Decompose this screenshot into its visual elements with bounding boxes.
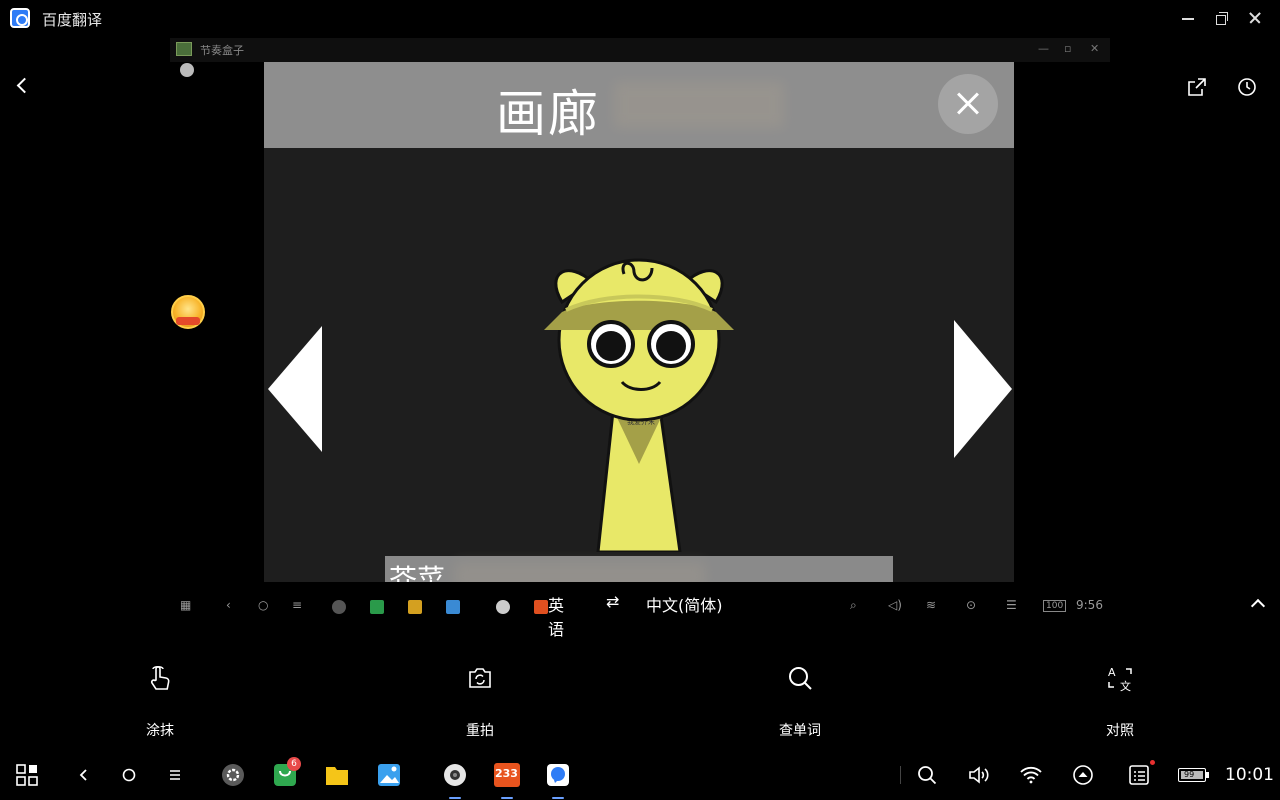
- inner-volume-icon: ◁): [888, 598, 902, 612]
- game-233-label: 233: [495, 767, 518, 780]
- hand-pointer-icon: [150, 666, 170, 690]
- inner-restore-icon: ▫: [1064, 42, 1072, 55]
- start-menu-icon[interactable]: [15, 763, 39, 787]
- baidu-translate-app-icon: [10, 8, 30, 28]
- mustard-character: 我爱芥末: [544, 258, 734, 552]
- volume-icon[interactable]: [967, 763, 991, 787]
- taskbar-divider: [900, 766, 901, 784]
- game-233-app-icon[interactable]: 233: [494, 763, 520, 799]
- character-name: 芥菜: [389, 563, 446, 582]
- upload-status-icon[interactable]: [1071, 763, 1095, 787]
- file-manager-icon[interactable]: [325, 763, 349, 787]
- inner-settings-icon: [332, 600, 346, 614]
- window-titlebar: 百度翻译: [0, 0, 1280, 36]
- inner-time: 9:56: [1076, 598, 1103, 612]
- window-title: 百度翻译: [42, 11, 103, 29]
- lookup-word-tool[interactable]: 查单词: [740, 660, 860, 744]
- retake-label: 重拍: [466, 723, 494, 739]
- smear-tool[interactable]: 涂抹: [100, 660, 220, 744]
- compare-tool[interactable]: A 文 对照: [1060, 660, 1180, 744]
- nav-home-icon[interactable]: [117, 763, 141, 787]
- system-taskbar: 6 233 99 10:01: [0, 750, 1280, 800]
- svg-text:A: A: [1108, 666, 1116, 679]
- smear-label: 涂抹: [146, 723, 174, 739]
- inner-back-icon: ‹: [226, 598, 231, 612]
- inner-store-icon: [370, 600, 384, 614]
- share-icon[interactable]: [1186, 76, 1208, 98]
- gallery-app-icon[interactable]: [377, 763, 401, 787]
- compare-label: 对照: [1106, 723, 1134, 739]
- gallery-title: 画廊: [496, 85, 600, 143]
- inner-gallery-icon: [446, 600, 460, 614]
- target-language[interactable]: 中文(简体): [646, 592, 766, 616]
- search-icon: [789, 667, 812, 690]
- inner-close-icon: ✕: [1090, 42, 1100, 55]
- inner-app-icon: [176, 42, 192, 56]
- floating-dot-icon: [180, 63, 194, 77]
- minimize-button[interactable]: [1178, 8, 1198, 28]
- camera-rotate-icon: [469, 668, 491, 688]
- inner-start-icon: ▦: [180, 598, 192, 612]
- next-arrow-icon: [954, 320, 1012, 458]
- retake-tool[interactable]: 重拍: [420, 660, 540, 744]
- clock: 10:01: [1225, 765, 1274, 785]
- svg-text:文: 文: [1120, 679, 1131, 692]
- inner-upload-icon: ⊙: [966, 598, 977, 612]
- lookup-word-label: 查单词: [779, 723, 821, 739]
- inner-window-title: 节奏盒子: [200, 44, 244, 57]
- taskbar-search-icon[interactable]: [915, 763, 939, 787]
- translate-compare-icon: A 文: [1108, 666, 1132, 692]
- history-clock-icon[interactable]: [1236, 76, 1258, 98]
- store-badge: 6: [287, 757, 301, 771]
- character-name-bar: 芥菜: [385, 556, 893, 582]
- photo-inner-taskbar: ▦ ‹ ○ ≡ ⌕ ◁) ≋ ⊙ ☰ 100 9:56: [170, 592, 1110, 620]
- inner-233-icon: [534, 600, 548, 614]
- gallery-header: 画廊: [264, 62, 1014, 148]
- restore-button[interactable]: [1212, 8, 1232, 28]
- inner-wifi-icon: ≋: [926, 598, 937, 612]
- photo-inner-window-titlebar: 节奏盒子 — ▫ ✕: [170, 38, 1110, 62]
- inner-battery: 100: [1043, 600, 1067, 612]
- inner-camera-icon: [496, 600, 510, 614]
- close-window-button[interactable]: [1245, 8, 1265, 28]
- baidu-translate-taskbar-icon[interactable]: [546, 763, 570, 799]
- back-button[interactable]: [10, 74, 34, 98]
- nav-menu-icon[interactable]: [163, 763, 187, 787]
- gold-coin-icon[interactable]: [171, 295, 205, 329]
- expand-chevron-icon[interactable]: [1250, 596, 1266, 612]
- app-store-icon[interactable]: 6: [273, 757, 301, 787]
- inner-menu-icon: ≡: [292, 598, 303, 612]
- gallery-close-icon: [938, 74, 998, 134]
- notification-list-icon[interactable]: [1128, 760, 1155, 787]
- nav-back-icon[interactable]: [72, 763, 96, 787]
- battery-level: 99: [1184, 770, 1195, 779]
- previous-arrow-icon: [268, 326, 322, 452]
- inner-folder-icon: [408, 600, 422, 614]
- swap-languages-icon[interactable]: ⇄: [606, 592, 619, 611]
- inner-notes-icon: ☰: [1006, 598, 1017, 612]
- inner-minimize-icon: —: [1038, 42, 1049, 55]
- source-language[interactable]: 英语: [548, 592, 564, 640]
- game-gallery-screen: 画廊 我爱芥末 芥菜: [264, 62, 1014, 582]
- settings-app-icon[interactable]: [221, 763, 245, 787]
- battery-indicator[interactable]: 99: [1178, 763, 1210, 787]
- camera-app-icon[interactable]: [443, 763, 467, 799]
- wifi-icon[interactable]: [1019, 763, 1043, 787]
- inner-search-icon: ⌕: [850, 598, 857, 612]
- inner-home-icon: ○: [258, 598, 269, 612]
